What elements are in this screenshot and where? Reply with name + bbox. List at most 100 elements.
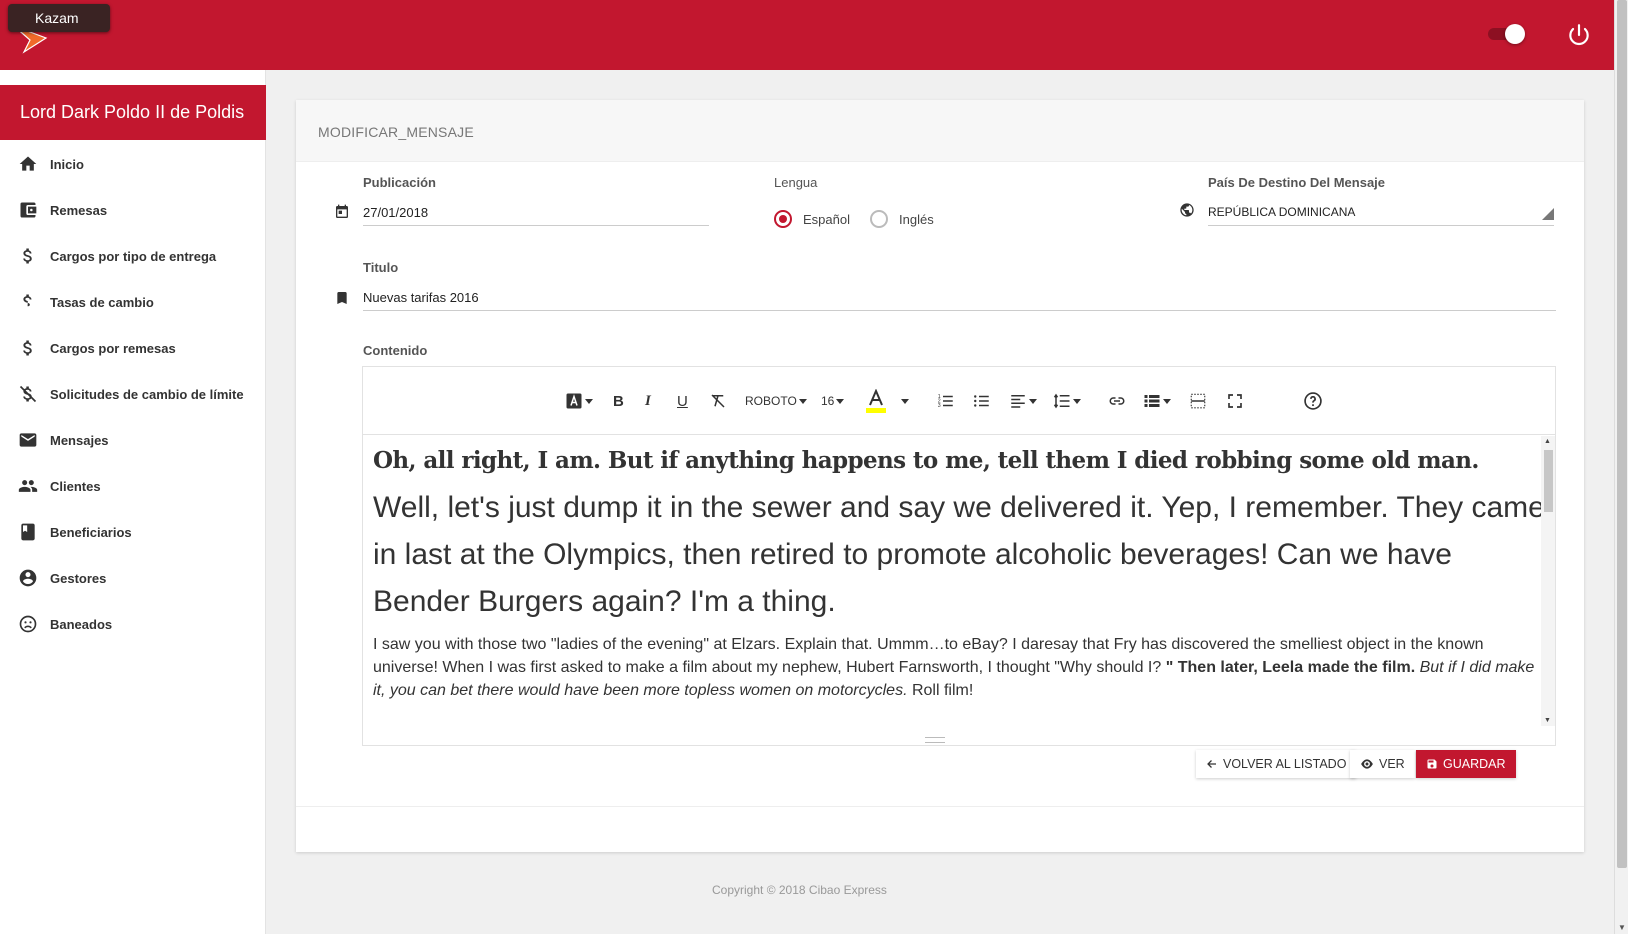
sidebar-item-label: Beneficiarios (50, 524, 132, 540)
power-icon[interactable] (1566, 22, 1592, 48)
sidebar-item-label: Cargos por remesas (50, 340, 176, 356)
lengua-label: Lengua (774, 175, 818, 190)
sidebar-item-label: Solicitudes de cambio de límite (50, 386, 244, 402)
theme-toggle[interactable] (1488, 22, 1528, 46)
svg-text:3: 3 (938, 403, 941, 409)
sidebar-item-beneficiarios[interactable]: Beneficiarios (0, 509, 266, 555)
content-large-paragraph: Well, let's just dump it in the sewer an… (373, 491, 1545, 618)
fullscreen-icon (1228, 394, 1242, 408)
sidebar-item-cargos-tipo-entrega[interactable]: Cargos por tipo de entrega (0, 233, 266, 279)
link-icon (1109, 397, 1125, 405)
sidebar-item-solicitudes-limite[interactable]: Solicitudes de cambio de límite (0, 371, 266, 417)
style-dropdown-button[interactable] (565, 389, 593, 413)
sidebar-nav: Inicio Remesas Cargos por tipo de entreg… (0, 141, 266, 647)
bookmark-icon (337, 292, 347, 304)
sidebar-item-mensajes[interactable]: Mensajes (0, 417, 266, 463)
line-height-icon (1053, 393, 1070, 409)
sidebar-item-label: Clientes (50, 478, 101, 494)
view-button-label: VER (1379, 757, 1405, 771)
calendar-icon (336, 204, 348, 218)
edit-message-card: MODIFICAR_MENSAJE Publicación Lengua Esp… (296, 100, 1584, 852)
sidebar-item-label: Tasas de cambio (50, 294, 154, 310)
lengua-option-ingles[interactable]: Inglés (870, 210, 934, 228)
radio-label: Inglés (899, 211, 934, 227)
ordered-list-icon: 123 (938, 394, 953, 409)
italic-icon: I (645, 392, 651, 409)
pais-selected-value: REPÚBLICA DOMINICANA (1208, 205, 1356, 219)
font-family-value: ROBOTO (745, 394, 797, 408)
view-button[interactable]: VER (1350, 750, 1415, 778)
sidebar-item-gestores[interactable]: Gestores (0, 555, 266, 601)
sidebar-item-baneados[interactable]: Baneados (0, 601, 266, 647)
bold-button[interactable]: B (613, 389, 624, 413)
publicacion-label: Publicación (363, 175, 436, 190)
sidebar-item-label: Gestores (50, 570, 107, 586)
paragraph-bold-text: " Then later, Leela made the film. (1165, 659, 1416, 676)
editor-scrollbar[interactable]: ▲ ▼ (1541, 436, 1555, 726)
mail-icon (19, 433, 37, 447)
fullscreen-button[interactable] (1227, 389, 1243, 413)
titulo-label: Titulo (363, 260, 399, 275)
text-style-icon (566, 393, 582, 409)
sidebar-item-label: Mensajes (50, 432, 109, 448)
highlight-color-button[interactable] (865, 389, 887, 413)
card-footer-divider (296, 806, 1584, 807)
sidebar-item-clientes[interactable]: Clientes (0, 463, 266, 509)
italic-button[interactable]: I (645, 389, 651, 413)
editor-toolbar: B I U ROBOTO 16 123 (363, 367, 1555, 435)
arrow-left-icon (1207, 760, 1216, 768)
ordered-list-button[interactable]: 123 (937, 389, 955, 413)
editor-content[interactable]: Oh, all right, I am. But if anything hap… (363, 436, 1555, 726)
help-button[interactable] (1303, 389, 1323, 413)
content-paragraph: I saw you with those two "ladies of the … (373, 633, 1545, 702)
align-dropdown-button[interactable] (1009, 389, 1037, 413)
user-name-header: Lord Dark Poldo II de Poldis (0, 85, 266, 140)
sidebar-item-label: Remesas (50, 202, 108, 218)
help-icon (1304, 392, 1322, 410)
publicacion-date-input[interactable] (363, 200, 709, 226)
page-title: MODIFICAR_MENSAJE (318, 124, 474, 140)
bold-icon: B (613, 392, 624, 410)
sidebar-item-label: Baneados (50, 616, 113, 632)
sidebar-item-cargos-remesas[interactable]: Cargos por remesas (0, 325, 266, 371)
titulo-input[interactable] (363, 285, 1556, 311)
scroll-up-icon: ▲ (1544, 438, 1551, 445)
code-view-button[interactable] (1189, 389, 1207, 413)
back-button-label: VOLVER AL LISTADO (1223, 757, 1347, 771)
eye-icon (1361, 759, 1373, 769)
align-left-icon (1011, 395, 1025, 408)
page-scrollbar[interactable]: ▼ (1614, 0, 1628, 934)
sidebar-item-label: Inicio (50, 156, 84, 172)
people-icon (18, 480, 38, 492)
dropdown-arrow-icon (1542, 208, 1554, 220)
globe-icon (1180, 203, 1194, 217)
sidebar-item-tasas-cambio[interactable]: Tasas de cambio (0, 279, 266, 325)
color-dropdown-button[interactable] (899, 389, 909, 413)
save-button[interactable]: GUARDAR (1416, 750, 1516, 778)
clear-format-icon (711, 394, 725, 408)
font-family-dropdown[interactable]: ROBOTO (745, 389, 807, 413)
sidebar-item-inicio[interactable]: Inicio (0, 141, 266, 187)
editor-resize-handle[interactable] (925, 737, 945, 743)
insert-link-button[interactable] (1107, 389, 1127, 413)
copyright-text: Copyright © 2018 Cibao Express (712, 883, 887, 897)
underline-button[interactable]: U (677, 389, 688, 413)
font-size-dropdown[interactable]: 16 (821, 389, 845, 413)
radio-checked-icon (774, 210, 792, 228)
book-icon (21, 523, 35, 541)
back-to-list-button[interactable]: VOLVER AL LISTADO (1196, 750, 1357, 778)
app-logo-label: Kazam (8, 4, 110, 32)
sidebar-item-label: Cargos por tipo de entrega (50, 248, 217, 264)
table-dropdown-button[interactable] (1143, 389, 1171, 413)
line-height-dropdown[interactable] (1053, 389, 1081, 413)
sidebar-item-remesas[interactable]: Remesas (0, 187, 266, 233)
dollar-icon (23, 340, 32, 356)
rich-text-editor: B I U ROBOTO 16 123 Oh, all right, I am.… (362, 366, 1556, 746)
dollar-off-icon (19, 385, 37, 403)
pais-select[interactable]: REPÚBLICA DOMINICANA (1208, 198, 1554, 226)
bullet-list-button[interactable] (973, 389, 991, 413)
select-all-icon (1190, 393, 1206, 409)
contenido-label: Contenido (363, 343, 428, 358)
clear-format-button[interactable] (709, 389, 727, 413)
lengua-option-espanol[interactable]: Español (774, 210, 850, 228)
